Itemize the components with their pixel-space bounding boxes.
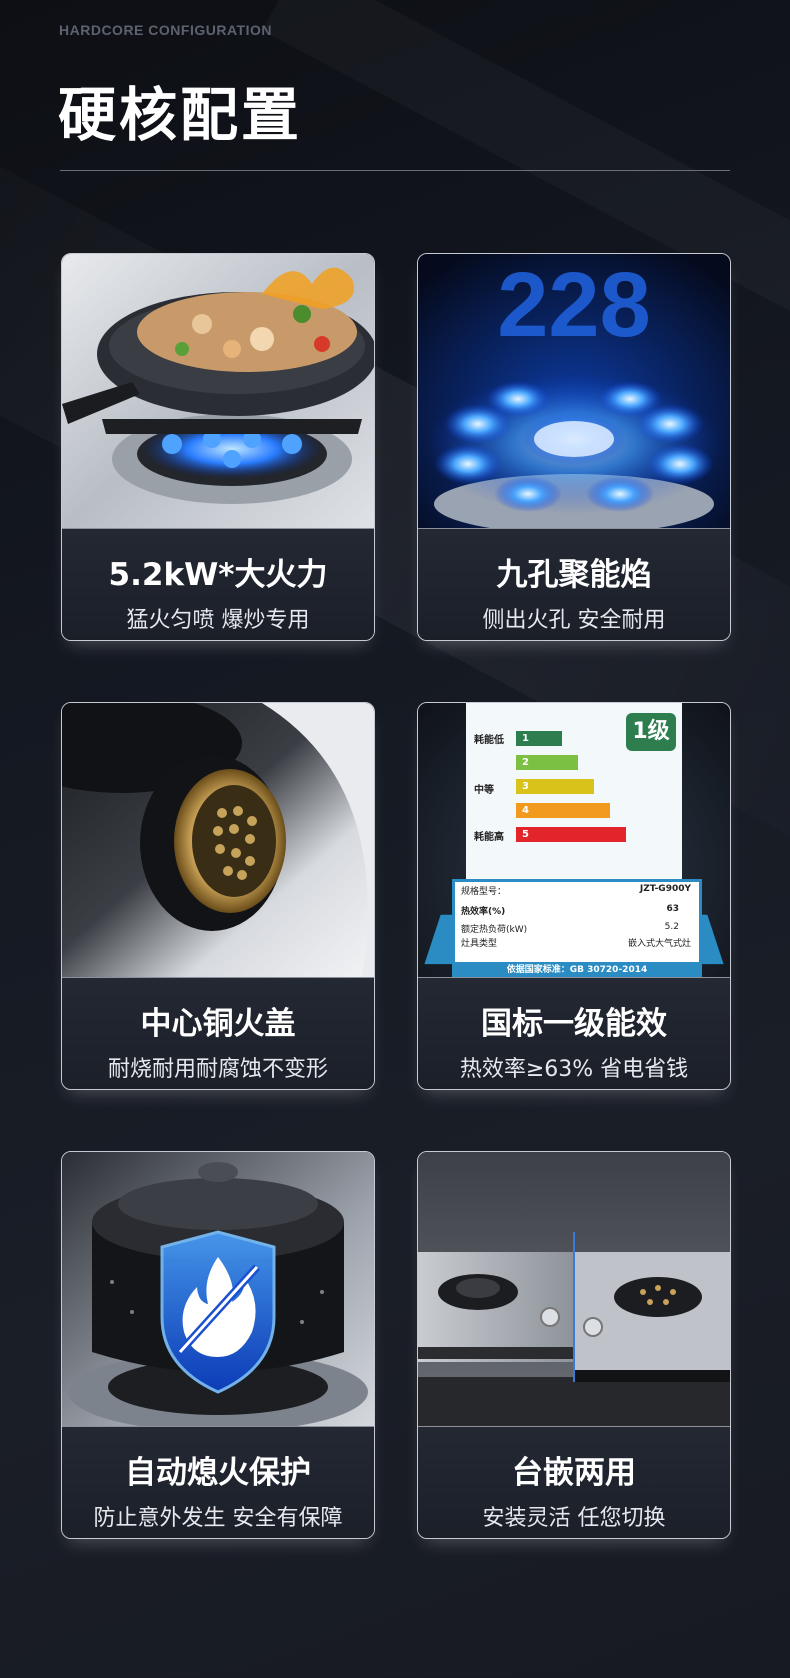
efficiency-value: 63 <box>666 904 679 914</box>
title-divider <box>60 170 730 171</box>
type-label: 灶具类型 <box>461 939 498 949</box>
efficiency-label: 热效率(%) <box>461 907 506 917</box>
page-title: 硬核配置 <box>58 81 303 149</box>
wok-on-blue-flame-burner-image <box>62 254 374 528</box>
grade-badge: 1级 <box>626 713 676 751</box>
model-label: 规格型号： <box>461 887 507 897</box>
feature-card-flameout-protection: 自动熄火保护 防止意外发生 安全有保障 <box>61 1151 375 1539</box>
countertop-and-built-in-stove-image <box>418 1152 730 1426</box>
type-value: 嵌入式大气式灶 <box>627 939 691 949</box>
feature-subtitle: 猛火匀喷 爆炒专用 <box>126 608 310 633</box>
feature-title: 台嵌两用 <box>512 1455 636 1491</box>
feature-card-energy-efficiency: 耗能低 中等 耗能高 1 2 3 4 5 1级 规格型号： JZT-G900Y … <box>417 702 731 1090</box>
label-high-text: 耗能高 <box>474 832 504 843</box>
nine-hole-blue-flame-image: 228 <box>418 254 730 528</box>
grade-bar-1: 1 <box>516 731 562 746</box>
overlay-number: 228 <box>497 254 651 356</box>
feature-subtitle: 耐烧耐用耐腐蚀不变形 <box>107 1057 328 1082</box>
feature-card-dual-installation: 台嵌两用 安装灵活 任您切换 <box>417 1151 731 1539</box>
section-eyebrow: HARDCORE CONFIGURATION <box>59 22 272 38</box>
label-sheet: 耗能低 中等 耗能高 1 2 3 4 5 1级 <box>466 703 682 879</box>
load-label: 额定热负荷(kW) <box>461 925 528 935</box>
feature-title: 自动熄火保护 <box>125 1455 311 1491</box>
feature-title: 九孔聚能焰 <box>496 557 652 593</box>
label-details: 规格型号： JZT-G900Y 热效率(%) 63 额定热负荷(kW) 5.2 … <box>452 879 702 977</box>
label-mid-text: 中等 <box>474 785 494 796</box>
feature-subtitle: 防止意外发生 安全有保障 <box>93 1506 343 1531</box>
grade-bar-3: 3 <box>516 779 594 794</box>
feature-card-nine-hole-flame: 228 九孔聚能焰 侧出火孔 安全耐用 <box>417 253 731 641</box>
feature-card-copper-cap: 中心铜火盖 耐烧耐用耐腐蚀不变形 <box>61 702 375 1090</box>
pot-with-flame-shield-image <box>62 1152 374 1426</box>
grade-bar-4: 4 <box>516 803 610 818</box>
feature-title: 5.2kW*大火力 <box>108 557 328 593</box>
feature-subtitle: 安装灵活 任您切换 <box>482 1506 666 1531</box>
copper-burner-cap-image <box>62 703 374 977</box>
load-value: 5.2 <box>664 922 679 932</box>
feature-subtitle: 热效率≥63% 省电省钱 <box>459 1057 689 1082</box>
feature-card-high-power: 5.2kW*大火力 猛火匀喷 爆炒专用 <box>61 253 375 641</box>
grade-bar-2: 2 <box>516 755 578 770</box>
label-low-text: 耗能低 <box>474 735 504 746</box>
standard-text: 依据国家标准：GB 30720-2014 <box>455 962 699 977</box>
model-value: JZT-G900Y <box>639 884 691 894</box>
grade-bar-5: 5 <box>516 827 626 842</box>
feature-subtitle: 侧出火孔 安全耐用 <box>482 608 666 633</box>
feature-title: 中心铜火盖 <box>140 1006 296 1042</box>
energy-efficiency-label-image: 耗能低 中等 耗能高 1 2 3 4 5 1级 规格型号： JZT-G900Y … <box>418 703 730 977</box>
feature-title: 国标一级能效 <box>481 1006 667 1042</box>
